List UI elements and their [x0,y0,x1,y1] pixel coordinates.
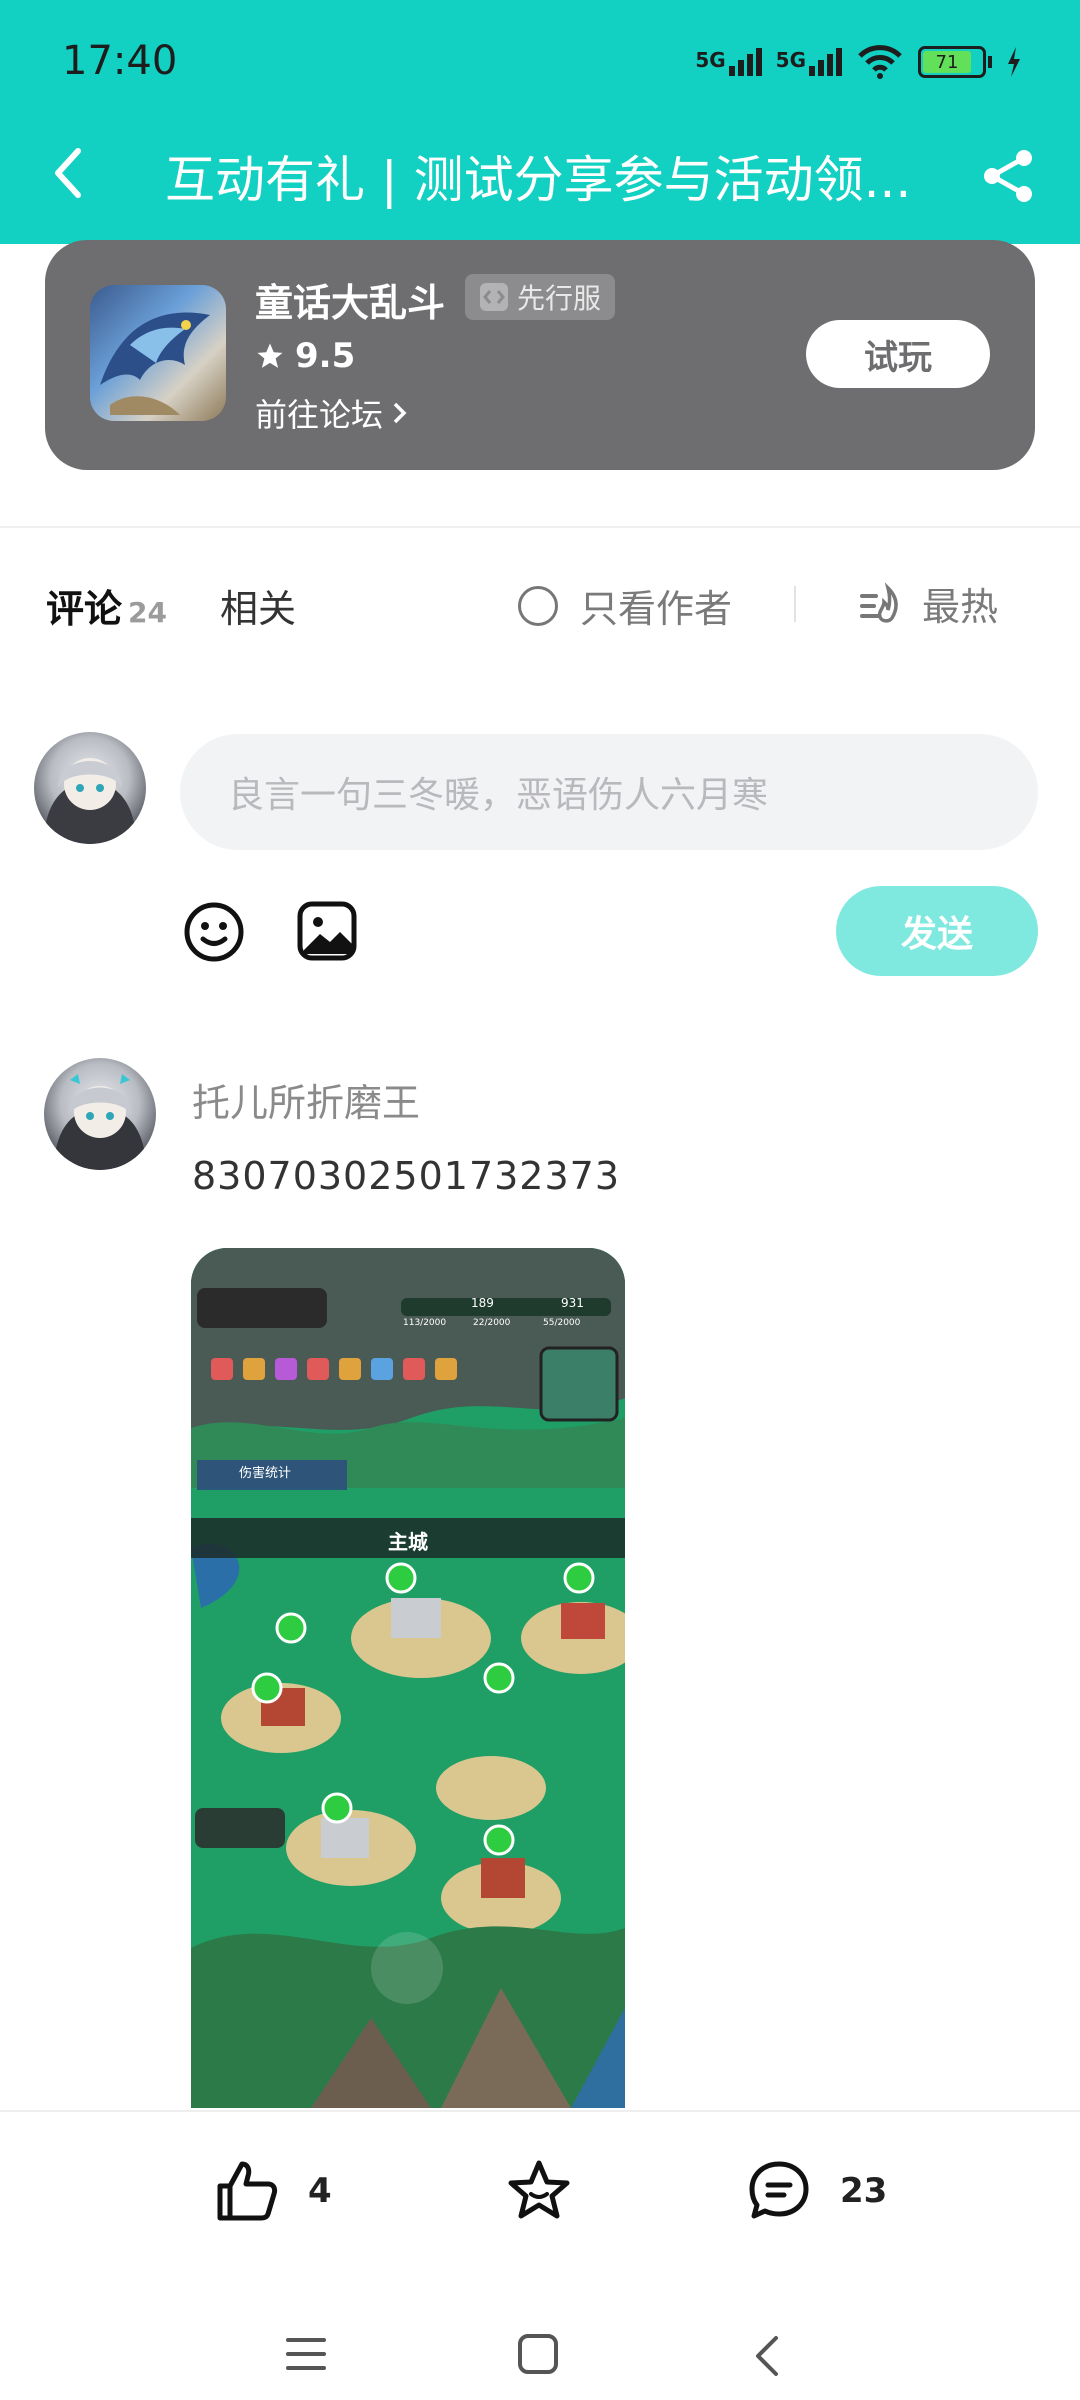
author-only-toggle[interactable]: 只看作者 [518,578,732,633]
server-tag: 先行服 [465,274,616,320]
flame-sort-icon [860,581,898,623]
game-icon [90,285,226,421]
bottom-action-bar: 4 23 [0,2110,1080,2400]
sort-hot-label: 最热 [922,585,999,629]
image-icon [297,901,357,961]
comment-image[interactable]: 伤害统计 主城 189 931 113/2000 22/2000 55/2000 [191,1248,625,2108]
signal-icon: 5G [695,48,762,76]
tab-comments-label: 评论 [46,587,123,631]
code-icon [480,283,508,311]
dragon-artwork-icon [100,312,210,415]
top-app-bar: 17:40 5G 5G 71 互动有礼 | 测试分享参与活动领... [0,0,1080,244]
star-icon [257,343,283,368]
system-back-button[interactable] [748,2332,784,2384]
charging-icon [1008,47,1020,77]
share-button[interactable] [980,148,1036,204]
like-button[interactable]: 4 [214,2158,332,2224]
forum-link-label: 前往论坛 [255,396,384,434]
sort-hot-button[interactable]: 最热 [858,576,998,631]
tab-related[interactable]: 相关 [220,578,296,633]
send-button[interactable]: 发送 [836,886,1038,976]
radio-circle-icon [518,585,558,626]
screenshot-panel-label: 伤害统计 [239,1466,292,1481]
comment-text: 83070302501732373 [192,1154,621,1198]
game-screenshot-graphic [191,1248,625,2108]
tab-comments[interactable]: 评论 24 [46,578,167,633]
game-name: 童话大乱斗 [255,281,446,325]
game-rating: 9.5 [255,336,355,376]
network-type-label: 5G [695,48,726,72]
comment-button[interactable]: 23 [746,2158,887,2224]
game-card[interactable]: 童话大乱斗 先行服 9.5 前往论坛 试玩 [45,240,1035,470]
section-divider [0,526,1080,528]
status-time: 17:40 [62,38,178,84]
screenshot-stat: 55/2000 [543,1318,581,1328]
author-only-label: 只看作者 [580,587,733,631]
tab-separator [794,586,796,622]
comments-count: 24 [128,596,167,629]
system-home-button[interactable] [516,2332,560,2380]
comment-username[interactable]: 托儿所折磨王 [192,1072,420,1127]
back-triangle-icon [756,2336,778,2376]
wifi-icon [858,45,902,79]
share-icon [984,150,1032,202]
menu-icon [286,2338,326,2370]
screenshot-stat: 931 [561,1296,584,1310]
signal-icon: 5G [776,48,842,76]
current-user-avatar [34,732,146,844]
like-count: 4 [308,2171,332,2211]
try-play-button[interactable]: 试玩 [806,320,990,388]
network-type-label: 5G [775,48,806,72]
screenshot-stat: 22/2000 [473,1318,511,1328]
home-square-icon [518,2334,558,2374]
status-icons: 5G 5G 71 [695,44,1022,80]
comment-input[interactable]: 良言一句三冬暖，恶语伤人六月寒 [180,734,1038,850]
emoji-button[interactable] [182,900,246,964]
screenshot-map-label: 主城 [388,1530,428,1554]
battery-level: 71 [923,51,971,73]
system-menu-button[interactable] [284,2334,328,2378]
battery-icon: 71 [918,46,992,78]
comment-count: 23 [840,2171,888,2211]
server-tag-label: 先行服 [517,282,602,315]
thumbs-up-icon [217,2161,278,2221]
chevron-left-icon [55,148,81,198]
back-button[interactable] [48,145,100,205]
emoji-icon [184,902,244,962]
comment-author-avatar[interactable] [44,1058,156,1170]
star-face-icon [508,2160,570,2219]
comment-input-placeholder: 良言一句三冬暖，恶语伤人六月寒 [228,775,769,816]
forum-link[interactable]: 前往论坛 [255,390,409,436]
chevron-right-icon [393,402,407,424]
chat-bubble-icon [749,2161,809,2219]
rating-value: 9.5 [295,336,356,376]
image-button[interactable] [296,900,358,962]
screenshot-stat: 113/2000 [403,1318,447,1328]
screenshot-stat: 189 [471,1296,494,1310]
page-title: 互动有礼 | 测试分享参与活动领... [165,151,912,209]
favorite-button[interactable] [506,2158,572,2228]
